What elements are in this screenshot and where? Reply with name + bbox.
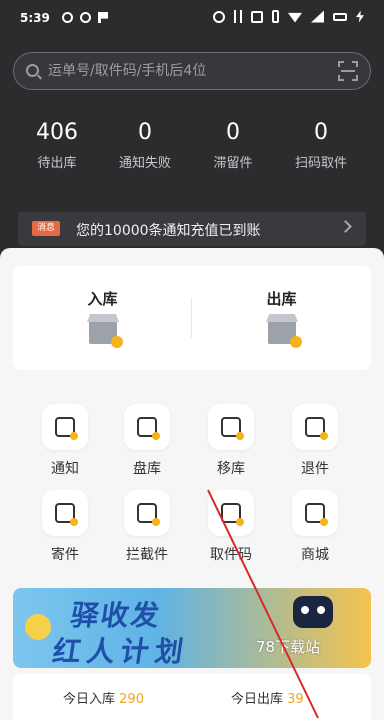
grid-item-notify[interactable]: 通知	[29, 404, 101, 478]
stat-scan-pickup[interactable]: 0 扫码取件	[277, 118, 365, 178]
grid-item-intercept[interactable]: 拦截件	[111, 490, 183, 564]
banner-title: 驿收发	[68, 599, 164, 632]
stat-value: 0	[314, 120, 328, 145]
today-out[interactable]: 今日出库 39	[231, 688, 304, 707]
move-icon	[208, 404, 254, 450]
stat-notify-failed[interactable]: 0 通知失败	[101, 118, 189, 178]
stock-in-label: 入库	[87, 290, 118, 308]
send-icon	[42, 490, 88, 536]
grid-item-inventory[interactable]: 盘库	[111, 404, 183, 478]
scan-icon[interactable]	[338, 61, 358, 81]
chevron-right-icon	[339, 220, 352, 233]
alarm-icon	[213, 10, 225, 23]
grid-item-label: 移库	[217, 461, 245, 477]
stat-value: 0	[138, 120, 152, 145]
grid-item-label: 退件	[301, 461, 329, 477]
flag-icon	[98, 12, 108, 23]
speaker-icon	[42, 404, 88, 450]
grid-item-label: 通知	[51, 461, 79, 477]
status-bar: 5:39	[0, 0, 384, 36]
stat-label: 滞留件	[213, 156, 253, 171]
stat-value: 406	[36, 120, 78, 145]
today-summary-card: 今日入库 290 今日出库 39	[13, 674, 371, 720]
box-in-icon	[89, 320, 123, 348]
charging-icon	[356, 10, 364, 23]
grid-item-send[interactable]: 寄件	[29, 490, 101, 564]
main-panel: 入库 出库 通知 盘库 移库 退件 寄件 拦截件 取件码 商城 驿收发 红人计划…	[0, 248, 384, 720]
stats-row: 406 待出库 0 通知失败 0 滞留件 0 扫码取件	[0, 118, 384, 178]
battery-icon	[333, 12, 347, 21]
wifi-icon	[288, 12, 302, 23]
notice-banner[interactable]: 消息 您的10000条通知充值已到账	[18, 212, 366, 246]
stat-value: 0	[226, 120, 240, 145]
stat-stranded[interactable]: 0 滞留件	[189, 118, 277, 178]
grid-item-label: 盘库	[133, 461, 161, 477]
bluetooth-icon	[234, 10, 242, 23]
stat-label: 扫码取件	[294, 156, 347, 171]
shop-icon	[292, 490, 338, 536]
stock-out-button[interactable]: 出库	[192, 266, 371, 370]
grid-item-return[interactable]: 退件	[279, 404, 351, 478]
status-right-icons	[213, 10, 364, 23]
watermark: 78下载站	[256, 638, 321, 656]
search-bar[interactable]	[13, 52, 371, 90]
grid-item-label: 拦截件	[126, 547, 168, 563]
search-icon	[26, 64, 39, 77]
return-icon	[292, 404, 338, 450]
robot-mascot-icon	[293, 596, 333, 628]
notification-icon	[62, 12, 73, 23]
today-in-label: 今日入库	[63, 692, 116, 707]
stock-in-button[interactable]: 入库	[13, 266, 192, 370]
coin-illustration	[25, 614, 51, 640]
nfc-icon	[251, 10, 263, 23]
stat-label: 待出库	[37, 156, 77, 171]
grid-item-shop[interactable]: 商城	[279, 490, 351, 564]
notice-badge: 消息	[32, 221, 60, 236]
notice-text: 您的10000条通知充值已到账	[76, 223, 261, 239]
stat-label: 通知失败	[118, 156, 171, 171]
inout-card: 入库 出库	[13, 266, 371, 370]
signal-icon	[311, 10, 324, 23]
grid-item-move[interactable]: 移库	[195, 404, 267, 478]
grid-item-label: 寄件	[51, 547, 79, 563]
intercept-icon	[124, 490, 170, 536]
today-out-label: 今日出库	[231, 692, 284, 707]
stock-out-label: 出库	[266, 290, 297, 308]
box-out-icon	[268, 320, 302, 348]
stat-pending-out[interactable]: 406 待出库	[13, 118, 101, 178]
grid-item-label: 取件码	[210, 547, 252, 563]
search-input[interactable]	[48, 59, 328, 83]
notification-icon	[80, 12, 91, 23]
today-in-value: 290	[119, 692, 144, 707]
today-out-value: 39	[287, 692, 304, 707]
status-time: 5:39	[20, 11, 50, 25]
grid-item-pickup-code[interactable]: 取件码	[195, 490, 267, 564]
banner-subtitle: 红人计划	[50, 635, 192, 668]
grid-item-label: 商城	[301, 547, 329, 563]
inventory-icon	[124, 404, 170, 450]
vibrate-icon	[272, 10, 279, 23]
today-in[interactable]: 今日入库 290	[63, 688, 144, 707]
pickup-code-icon	[208, 490, 254, 536]
